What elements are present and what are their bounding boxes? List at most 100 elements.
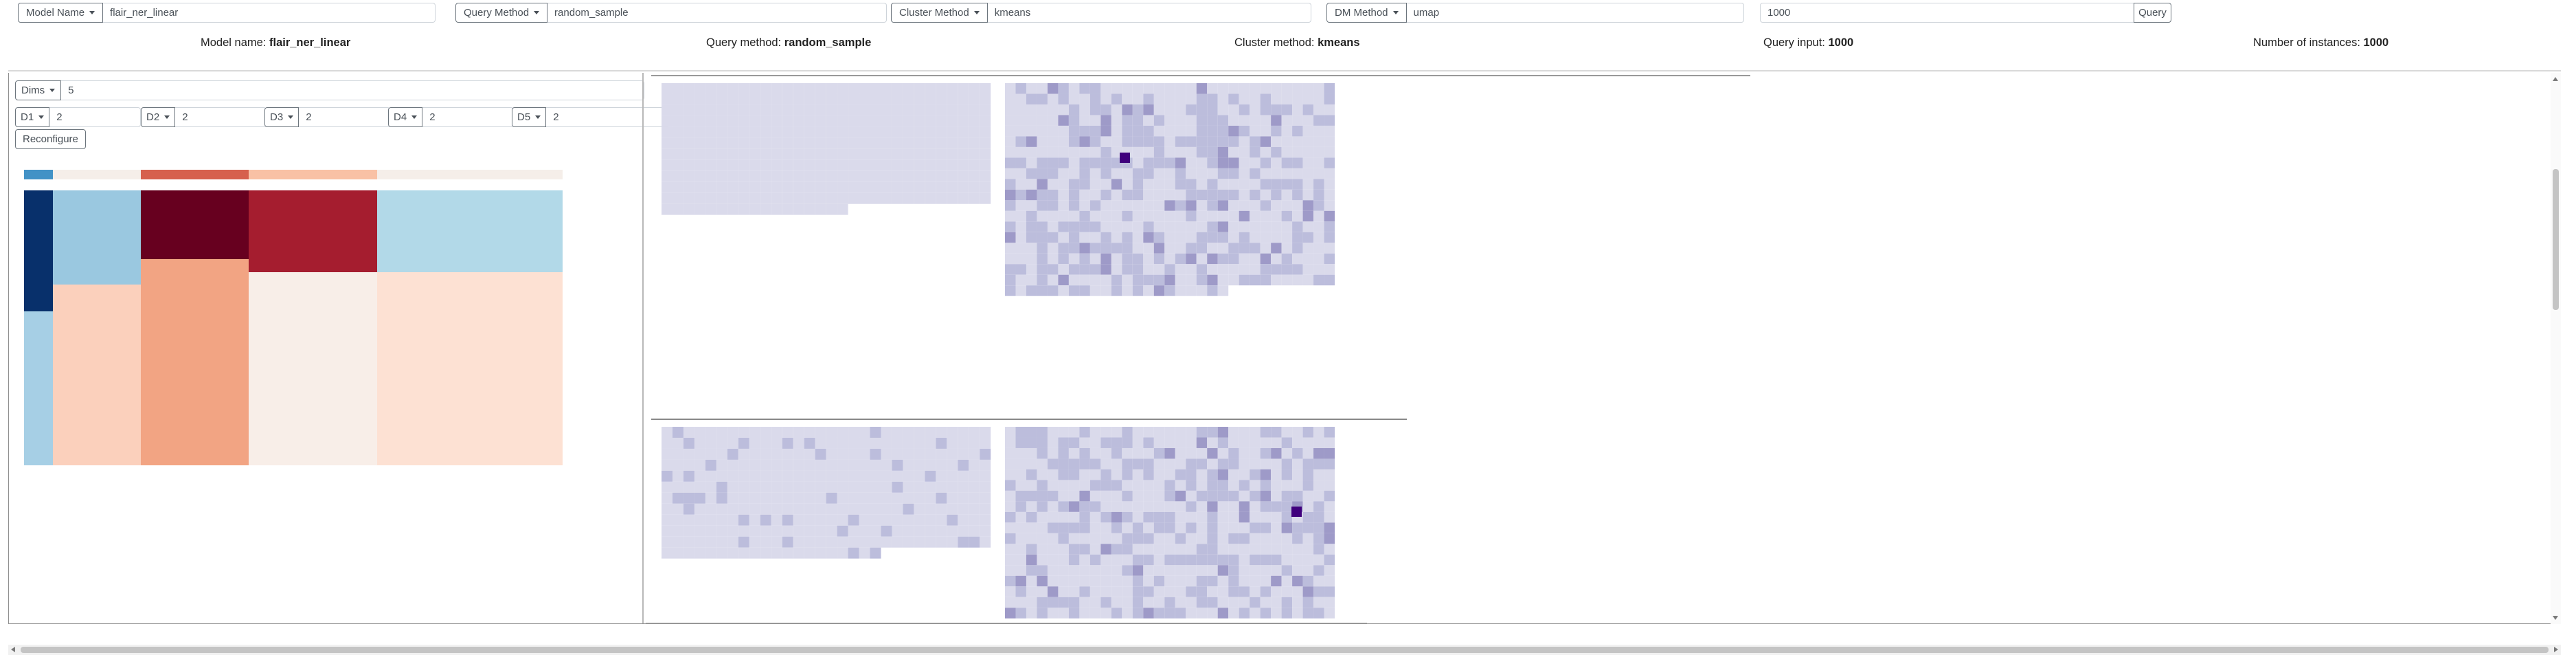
heatmap-cell	[1324, 157, 1335, 168]
heatmap-cell	[782, 470, 793, 482]
heatmap-cell	[1250, 264, 1261, 275]
heatmap-cell	[1281, 210, 1293, 222]
dimension-input-1[interactable]	[49, 107, 142, 127]
dimension-input-3[interactable]	[299, 107, 391, 127]
reconfigure-button[interactable]: Reconfigure	[15, 129, 86, 149]
heatmap-cell	[837, 115, 848, 127]
heatmap-cell	[1079, 447, 1090, 459]
heatmap-cell	[1175, 221, 1186, 232]
dimension-dropdown-3[interactable]: D3	[264, 107, 300, 127]
heatmap-cell	[1079, 115, 1090, 126]
scroll-right-icon[interactable]	[2554, 647, 2558, 652]
dimension-dropdown-5[interactable]: D5	[512, 107, 547, 127]
heatmap-cell	[804, 104, 815, 116]
heatmap-cell	[1132, 243, 1144, 254]
dimension-dropdown-4[interactable]: D4	[388, 107, 423, 127]
dimension-dropdown-2[interactable]: D2	[141, 107, 176, 127]
heatmap-cell	[1228, 274, 1239, 286]
heatmap-cell	[1324, 458, 1335, 469]
heatmap-cell	[914, 170, 925, 182]
heatmap-cell	[892, 437, 903, 449]
vertical-scroll-thumb[interactable]	[2553, 169, 2559, 310]
heatmap-cell	[1324, 115, 1335, 126]
heatmap-cell	[804, 159, 815, 171]
heatmap-cell	[1111, 243, 1122, 254]
heatmap-cell	[848, 525, 859, 537]
model-name-dropdown[interactable]: Model Name	[18, 3, 104, 23]
heatmap-cell	[1132, 511, 1144, 523]
heatmap-cell	[1089, 200, 1101, 211]
dims-row: Dims	[8, 80, 645, 100]
dimension-input-4[interactable]	[422, 107, 515, 127]
heatmap-cell	[1196, 136, 1208, 147]
heatmap-cell	[1175, 544, 1186, 555]
heatmap-cell	[925, 427, 936, 438]
horizontal-scrollbar[interactable]	[8, 645, 2561, 655]
vertical-scrollbar[interactable]	[2551, 73, 2561, 624]
heatmap-cell	[947, 427, 958, 438]
dimension-input-5[interactable]	[546, 107, 671, 127]
heatmap-cell	[1111, 136, 1122, 147]
heatmap-cell	[1324, 565, 1335, 576]
scroll-up-icon[interactable]	[2553, 77, 2558, 81]
heatmap-cell	[1100, 285, 1111, 296]
heatmap-cell	[738, 148, 749, 160]
cluster-method-label: Cluster Method	[899, 7, 969, 19]
section-divider	[646, 623, 1367, 624]
dimension-input-2[interactable]	[175, 107, 267, 127]
heatmap-cell	[1228, 447, 1239, 459]
heatmap-cell	[1068, 458, 1080, 469]
heatmap-cell	[1037, 586, 1048, 597]
dims-input[interactable]	[61, 80, 645, 100]
heatmap-cell	[1186, 501, 1197, 512]
heatmap-cell	[1207, 544, 1218, 555]
cluster-method-dropdown[interactable]: Cluster Method	[891, 3, 988, 23]
dims-dropdown[interactable]: Dims	[15, 80, 62, 100]
heatmap-cell	[881, 192, 892, 204]
model-name-input[interactable]	[103, 3, 436, 23]
cluster-method-input[interactable]	[987, 3, 1311, 23]
heatmap-cell	[1047, 447, 1059, 459]
query-input[interactable]	[1760, 3, 2134, 23]
query-button[interactable]: Query	[2134, 3, 2171, 23]
scroll-left-icon[interactable]	[11, 647, 15, 652]
heatmap-cell	[1026, 533, 1037, 544]
heatmap-cell	[870, 427, 881, 438]
heatmap-cell	[1100, 221, 1111, 232]
heatmap-cell	[826, 115, 837, 127]
heatmap-cell	[1079, 533, 1090, 544]
heatmap-cell	[1068, 83, 1080, 94]
heatmap-cell	[1015, 608, 1026, 619]
heatmap-cell	[1207, 93, 1218, 104]
heatmap-cell	[1313, 221, 1324, 232]
heatmap-cell	[881, 83, 892, 94]
heatmap-cell	[1186, 115, 1197, 126]
heatmap-cell	[727, 137, 738, 149]
dimension-dropdown-1[interactable]: D1	[15, 107, 50, 127]
heatmap-cell	[914, 104, 925, 116]
heatmap-cell	[1302, 221, 1314, 232]
heatmap-cell	[892, 137, 903, 149]
query-method-input[interactable]	[547, 3, 888, 23]
panel-divider	[642, 73, 644, 624]
horizontal-scroll-thumb[interactable]	[21, 647, 2549, 653]
heatmap-cell	[958, 192, 969, 204]
heatmap-cell	[782, 170, 793, 182]
heatmap-grid	[1005, 83, 1335, 296]
heatmap-cell	[1196, 480, 1208, 491]
heatmap-cell	[1089, 115, 1101, 126]
heatmap-cell	[1271, 511, 1282, 523]
heatmap-cell	[1186, 597, 1197, 608]
heatmap-grid	[662, 83, 991, 215]
heatmap-cell	[1207, 168, 1218, 179]
heatmap-cell	[1271, 608, 1282, 619]
query-method-dropdown[interactable]: Query Method	[455, 3, 548, 23]
dm-method-dropdown[interactable]: DM Method	[1326, 3, 1407, 23]
heatmap-cell	[1228, 608, 1239, 619]
dm-method-input[interactable]	[1406, 3, 1744, 23]
heatmap-cell	[848, 115, 859, 127]
heatmap-cell	[1047, 125, 1059, 137]
heatmap-cell	[771, 427, 782, 438]
heatmap-cell	[1186, 554, 1197, 566]
scroll-down-icon[interactable]	[2553, 616, 2558, 620]
